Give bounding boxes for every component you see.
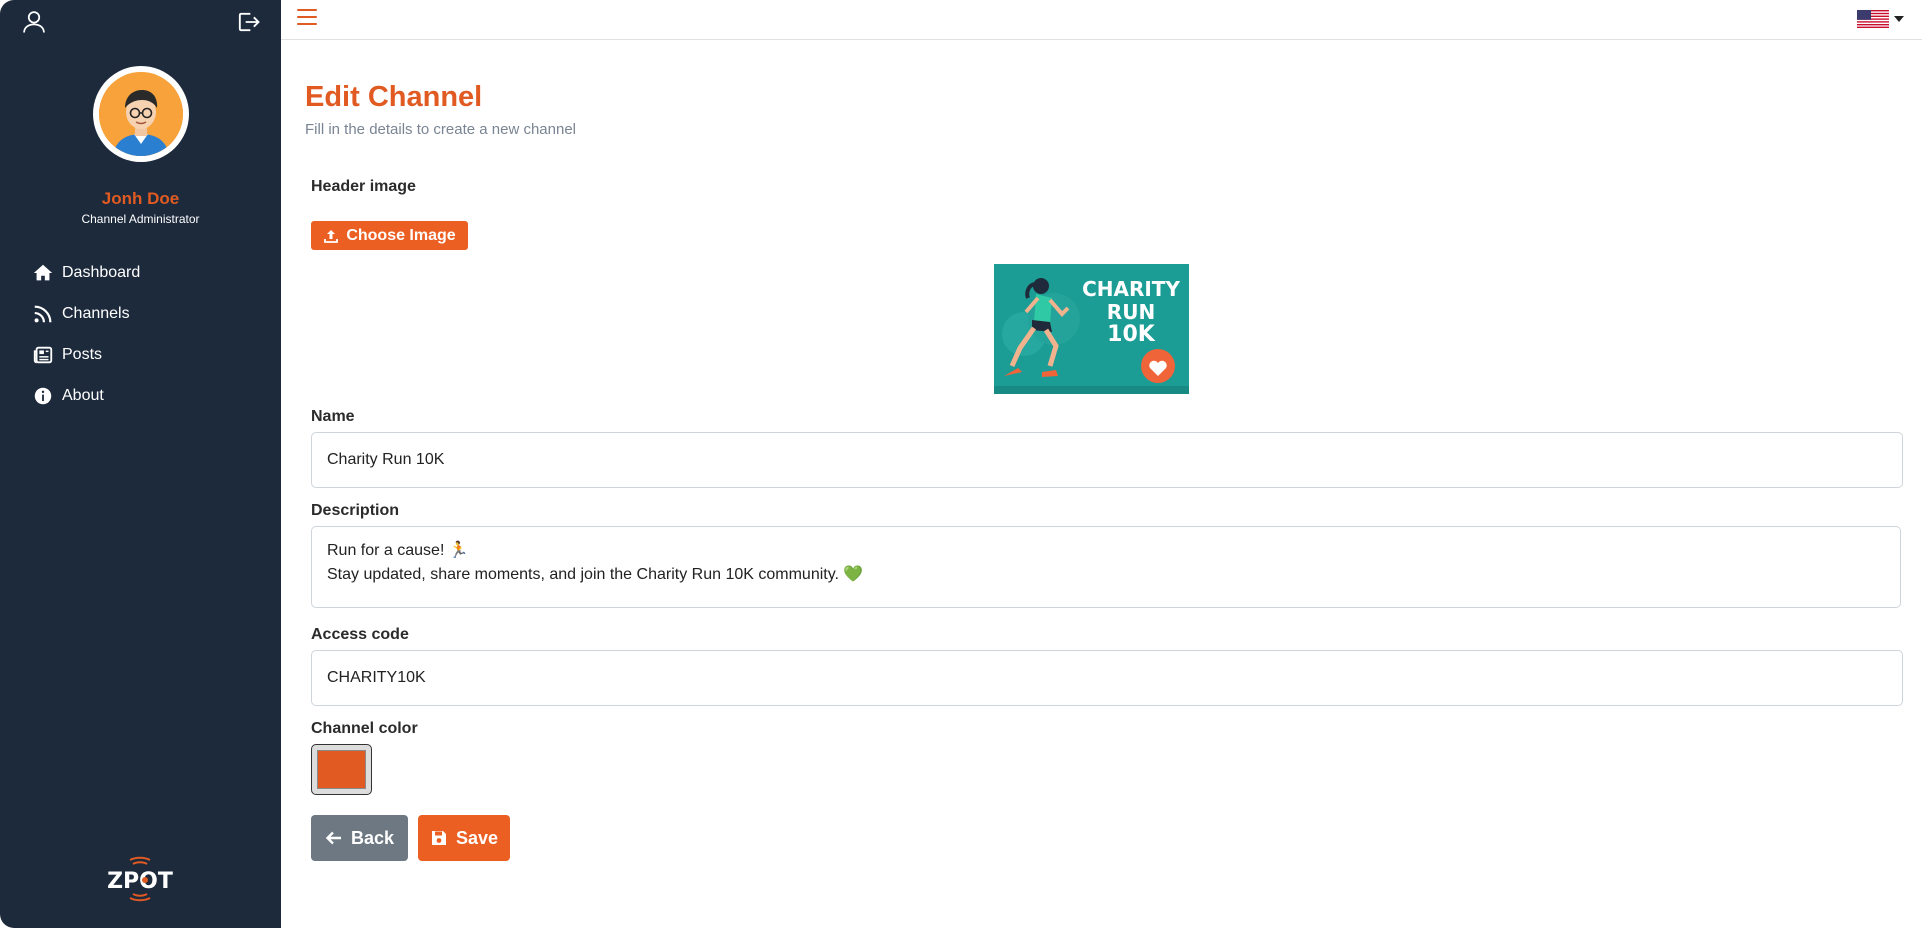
choose-image-button[interactable]: Choose Image	[311, 221, 468, 250]
name-input[interactable]: Charity Run 10K	[311, 432, 1903, 488]
description-label: Description	[311, 502, 400, 519]
choose-image-label: Choose Image	[346, 226, 456, 244]
name-label: Name	[311, 408, 355, 425]
sidebar: Jonh Doe Channel Administrator Dashboard…	[0, 0, 281, 928]
avatar	[93, 66, 189, 162]
save-icon	[431, 831, 446, 845]
sidebar-item-posts[interactable]: Posts	[32, 334, 140, 375]
zpot-logo: ZPOT	[107, 856, 173, 902]
sidebar-item-label: Channels	[62, 304, 130, 322]
description-line-1: Run for a cause! 🏃	[327, 542, 469, 559]
header-image-line1: CHARITY	[1082, 277, 1180, 301]
back-button[interactable]: Back	[311, 815, 408, 861]
access-code-label: Access code	[311, 626, 409, 643]
user-profile-icon[interactable]	[20, 8, 48, 36]
header-image-preview: CHARITY RUN 10K	[994, 264, 1189, 394]
sidebar-item-label: Dashboard	[62, 263, 141, 281]
language-selector[interactable]	[1857, 10, 1904, 28]
menu-toggle-icon[interactable]	[297, 9, 317, 27]
page-title: Edit Channel	[305, 81, 483, 113]
channel-color-preview	[317, 750, 366, 789]
back-button-label: Back	[350, 827, 395, 848]
sidebar-item-label: Posts	[62, 345, 103, 363]
access-code-input[interactable]: CHARITY10K	[311, 650, 1903, 706]
page-subtitle: Fill in the details to create a new chan…	[305, 121, 576, 138]
sidebar-item-channels[interactable]: Channels	[32, 293, 140, 334]
avatar-illustration	[99, 72, 183, 156]
info-icon	[34, 387, 52, 404]
logo-text: ZPOT	[107, 869, 173, 894]
sidebar-nav: Dashboard Channels Posts About	[32, 252, 140, 416]
app-window: Jonh Doe Channel Administrator Dashboard…	[0, 0, 1922, 928]
name-value: Charity Run 10K	[327, 451, 445, 468]
rss-icon	[34, 305, 52, 322]
topbar	[281, 0, 1922, 40]
newspaper-icon	[33, 346, 53, 363]
upload-icon	[324, 229, 339, 243]
chevron-down-icon	[1894, 16, 1904, 22]
access-code-value: CHARITY10K	[327, 669, 426, 686]
header-image-line2: RUN	[1106, 300, 1156, 324]
user-name: Jonh Doe	[101, 189, 180, 208]
channel-color-picker[interactable]	[311, 744, 372, 795]
user-role: Channel Administrator	[81, 212, 200, 226]
save-button[interactable]: Save	[418, 815, 510, 861]
home-icon	[33, 264, 53, 280]
header-image-line3: 10K	[1107, 322, 1155, 347]
arrow-left-icon	[325, 831, 341, 845]
save-button-label: Save	[455, 827, 499, 848]
logout-icon[interactable]	[234, 8, 262, 36]
channel-color-label: Channel color	[311, 720, 418, 737]
description-line-2: Stay updated, share moments, and join th…	[327, 566, 864, 583]
sidebar-item-about[interactable]: About	[32, 375, 140, 416]
sidebar-item-dashboard[interactable]: Dashboard	[32, 252, 140, 293]
us-flag-icon	[1857, 10, 1889, 28]
header-image-label: Header image	[311, 178, 416, 195]
sidebar-item-label: About	[62, 386, 104, 404]
description-textarea[interactable]: Run for a cause! 🏃 Stay updated, share m…	[311, 526, 1901, 608]
